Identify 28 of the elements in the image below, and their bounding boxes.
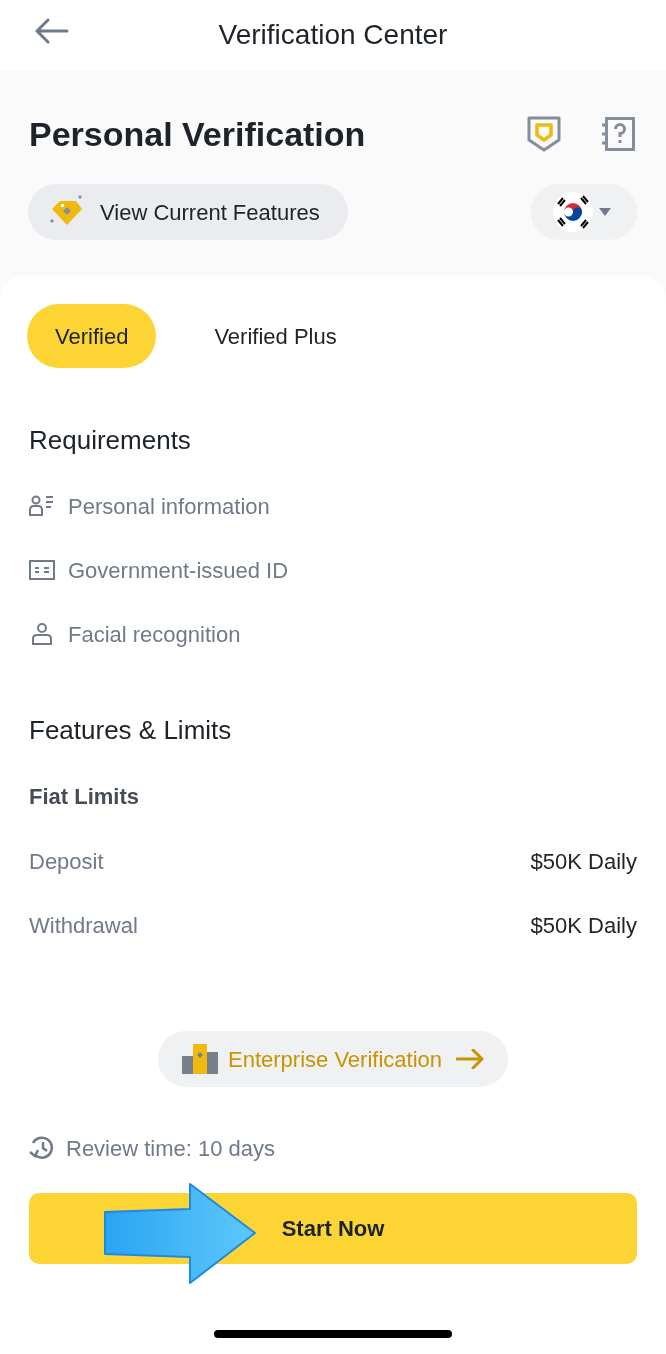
- page-title: Personal Verification: [29, 114, 366, 155]
- help-icon[interactable]: [601, 117, 635, 151]
- view-features-button[interactable]: View Current Features: [28, 184, 348, 240]
- review-time-text: Review time: 10 days: [66, 1134, 276, 1163]
- flag-icon: [553, 192, 593, 232]
- country-selector[interactable]: [531, 184, 637, 240]
- verification-tab[interactable]: Verified Plus: [186, 304, 365, 368]
- caret-icon: [599, 208, 611, 216]
- limit-group-title: Fiat Limits: [29, 783, 140, 811]
- limit-value: $50K Daily: [530, 847, 637, 876]
- person-icon: [29, 623, 55, 645]
- verification-tab[interactable]: Verified: [27, 304, 157, 368]
- arrow-right-icon: [456, 1049, 484, 1069]
- id-card-icon: [29, 559, 55, 581]
- clock-icon: [29, 1135, 55, 1161]
- requirement-label: Facial recognition: [68, 620, 241, 649]
- limit-label: Withdrawal: [29, 911, 138, 940]
- limit-value: $50K Daily: [530, 911, 637, 940]
- back-icon[interactable]: [35, 18, 69, 44]
- page-header-title: Verification Center: [218, 18, 448, 52]
- requirement-label: Personal information: [68, 492, 270, 521]
- building-icon: [182, 1044, 218, 1074]
- section-title: Requirements: [29, 424, 192, 457]
- shield-icon[interactable]: [527, 116, 561, 152]
- section-title: Features & Limits: [29, 714, 233, 747]
- profile-icon: [29, 495, 55, 517]
- limit-label: Deposit: [29, 847, 104, 876]
- requirement-label: Government-issued ID: [68, 556, 289, 585]
